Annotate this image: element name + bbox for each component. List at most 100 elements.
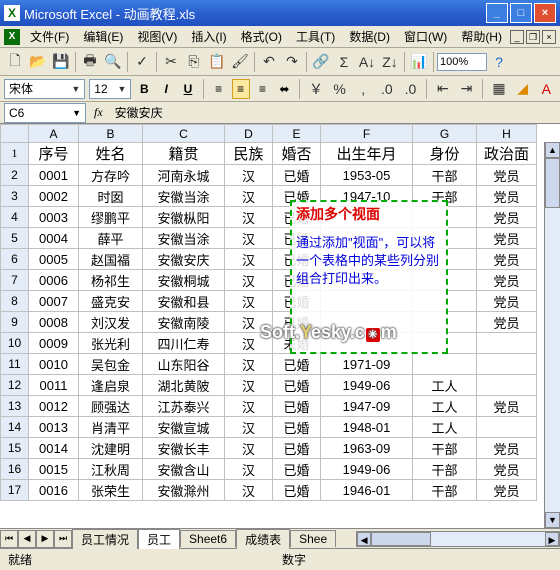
cell[interactable]: 0015 [29, 459, 79, 480]
cell[interactable]: 汉 [225, 333, 273, 354]
cell[interactable]: 干部 [413, 480, 477, 501]
cell[interactable]: 党员 [477, 270, 537, 291]
cell[interactable]: 汉 [225, 165, 273, 186]
cell[interactable]: 工人 [413, 417, 477, 438]
percent-icon[interactable]: % [330, 78, 350, 100]
cell[interactable]: 薛平 [79, 228, 143, 249]
cell[interactable]: 江秋周 [79, 459, 143, 480]
cell[interactable] [477, 333, 537, 354]
cell[interactable]: 汉 [225, 438, 273, 459]
cell[interactable]: 四川仁寿 [143, 333, 225, 354]
print-icon[interactable]: 🖶 [79, 51, 101, 73]
cell[interactable]: 顾强达 [79, 396, 143, 417]
cell[interactable]: 时囡 [79, 186, 143, 207]
cell[interactable]: 安徽枞阳 [143, 207, 225, 228]
cell[interactable]: 吴包金 [79, 354, 143, 375]
formula-input[interactable]: 安徽安庆 [111, 104, 560, 121]
cell[interactable]: 0004 [29, 228, 79, 249]
cell[interactable]: 1949-06 [321, 375, 413, 396]
cell[interactable]: 安徽当涂 [143, 228, 225, 249]
cell[interactable]: 汉 [225, 354, 273, 375]
row-header[interactable]: 3 [1, 186, 29, 207]
tab-nav-last-icon[interactable]: ⏭ [54, 530, 72, 548]
cell[interactable]: 安徽和县 [143, 291, 225, 312]
menu-data[interactable]: 数据(D) [343, 26, 396, 47]
format-painter-icon[interactable]: 🖌 [229, 51, 251, 73]
cell[interactable]: 汉 [225, 291, 273, 312]
scroll-down-icon[interactable]: ▼ [545, 512, 560, 528]
font-select[interactable]: 宋体▼ [4, 79, 85, 99]
row-header[interactable]: 6 [1, 249, 29, 270]
zoom-input[interactable] [437, 53, 487, 71]
row-header[interactable]: 8 [1, 291, 29, 312]
cell[interactable]: 干部 [413, 438, 477, 459]
sum-icon[interactable]: Σ [333, 51, 355, 73]
cell[interactable]: 0016 [29, 480, 79, 501]
inc-decimal-icon[interactable]: .0 [377, 78, 397, 100]
tab-nav-next-icon[interactable]: ▶ [36, 530, 54, 548]
row-header[interactable]: 16 [1, 459, 29, 480]
cell[interactable]: 0007 [29, 291, 79, 312]
row-header[interactable]: 13 [1, 396, 29, 417]
menu-view[interactable]: 视图(V) [131, 26, 183, 47]
cell[interactable]: 已婚 [273, 480, 321, 501]
row-header[interactable]: 15 [1, 438, 29, 459]
maximize-button[interactable]: □ [510, 3, 532, 23]
underline-icon[interactable]: U [179, 79, 197, 99]
cell[interactable]: 0005 [29, 249, 79, 270]
cell[interactable]: 党员 [477, 396, 537, 417]
cell[interactable]: 汉 [225, 396, 273, 417]
new-icon[interactable]: 🗋 [4, 51, 26, 73]
cell[interactable]: 干部 [413, 165, 477, 186]
doc-restore-button[interactable]: ❐ [526, 30, 540, 44]
col-header[interactable]: H [477, 125, 537, 143]
scroll-left-icon[interactable]: ◀ [357, 532, 371, 546]
cell[interactable]: 党员 [477, 186, 537, 207]
cell[interactable]: 0003 [29, 207, 79, 228]
cell[interactable]: 河南永城 [143, 165, 225, 186]
border-icon[interactable]: ▦ [489, 78, 509, 100]
cell[interactable]: 0013 [29, 417, 79, 438]
cell[interactable]: 安徽南陵 [143, 312, 225, 333]
col-header[interactable]: F [321, 125, 413, 143]
sort-asc-icon[interactable]: A↓ [356, 51, 378, 73]
cell[interactable]: 已婚 [273, 417, 321, 438]
row-header[interactable]: 2 [1, 165, 29, 186]
row-header[interactable]: 17 [1, 480, 29, 501]
align-right-icon[interactable]: ≡ [254, 79, 272, 99]
sheet-tab[interactable]: Shee [290, 530, 336, 547]
row-header[interactable]: 9 [1, 312, 29, 333]
cell[interactable]: 汉 [225, 417, 273, 438]
cell[interactable]: 党员 [477, 165, 537, 186]
cell[interactable]: 民族 [225, 143, 273, 165]
cell[interactable]: 杨祁生 [79, 270, 143, 291]
cell[interactable]: 党员 [477, 249, 537, 270]
row-header[interactable]: 5 [1, 228, 29, 249]
cell[interactable]: 安徽长丰 [143, 438, 225, 459]
cell[interactable]: 0011 [29, 375, 79, 396]
scroll-right-icon[interactable]: ▶ [545, 532, 559, 546]
cell[interactable]: 汉 [225, 312, 273, 333]
tab-nav-first-icon[interactable]: ⏮ [0, 530, 18, 548]
cell[interactable]: 方存吟 [79, 165, 143, 186]
close-button[interactable]: × [534, 3, 556, 23]
undo-icon[interactable]: ↶ [258, 51, 280, 73]
row-header[interactable]: 14 [1, 417, 29, 438]
cell[interactable]: 0008 [29, 312, 79, 333]
row-header[interactable]: 7 [1, 270, 29, 291]
link-icon[interactable]: 🔗 [310, 51, 332, 73]
chart-icon[interactable]: 📊 [408, 51, 430, 73]
open-icon[interactable]: 📂 [27, 51, 49, 73]
sheet-tab[interactable]: 员工 [138, 529, 180, 549]
menu-file[interactable]: 文件(F) [24, 26, 75, 47]
col-header[interactable]: G [413, 125, 477, 143]
bold-icon[interactable]: B [135, 79, 153, 99]
row-header[interactable]: 1 [1, 143, 29, 165]
cell[interactable]: 0012 [29, 396, 79, 417]
col-header[interactable]: D [225, 125, 273, 143]
col-header[interactable]: A [29, 125, 79, 143]
col-header[interactable]: B [79, 125, 143, 143]
cell[interactable]: 汉 [225, 270, 273, 291]
doc-close-button[interactable]: × [542, 30, 556, 44]
sheet-tab[interactable]: 成绩表 [236, 529, 290, 549]
